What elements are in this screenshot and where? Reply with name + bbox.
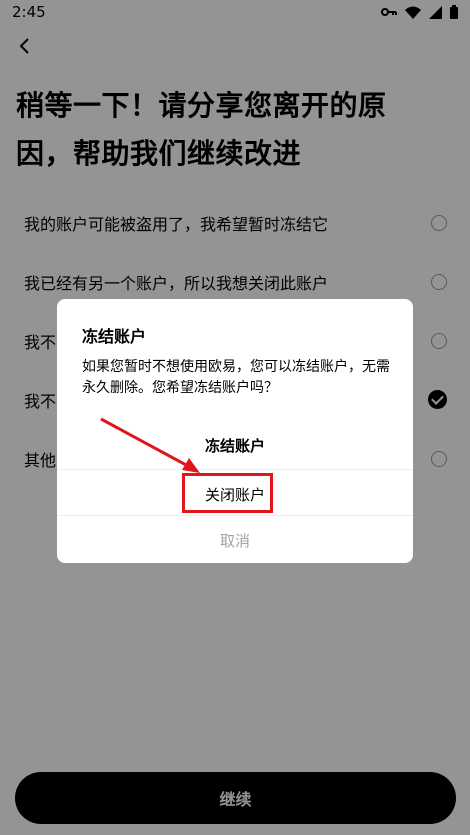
annotation-arrow-icon	[100, 417, 200, 473]
